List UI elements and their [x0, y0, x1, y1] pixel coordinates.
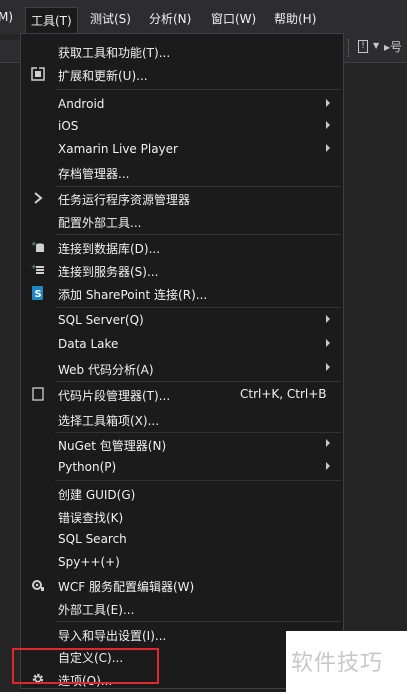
- snippet-checkbox-icon: [31, 387, 45, 401]
- menu-item-label: 任务运行程序资源管理器: [58, 193, 191, 207]
- menu-item-4[interactable]: Xamarin Live Player: [21, 138, 343, 161]
- menu-item-13[interactable]: Web 代码分析(A): [21, 357, 343, 380]
- notification-icon[interactable]: !: [358, 40, 368, 53]
- menu-item-23[interactable]: 外部工具(E)...: [21, 597, 343, 620]
- menu-item-label: 代码片段管理器(T)...: [58, 389, 171, 403]
- extensions-icon: [31, 67, 45, 81]
- task-runner-icon: [31, 191, 45, 205]
- menu-item-9[interactable]: + 连接到服务器(S)...: [21, 259, 343, 282]
- submenu-arrow-icon: [326, 121, 330, 129]
- menu-item-label: 外部工具(E)...: [58, 603, 135, 617]
- menu-item-19[interactable]: 错误查找(K): [21, 505, 343, 528]
- submenu-arrow-icon: [326, 144, 330, 152]
- menu-separator: [55, 480, 341, 481]
- menu-item-17[interactable]: Python(P): [21, 456, 343, 479]
- menu-help[interactable]: 帮助(H): [274, 10, 316, 27]
- menu-item-label: WCF 服务配置编辑器(W): [58, 580, 195, 594]
- menu-item-label: Android: [58, 97, 105, 111]
- menu-item-0[interactable]: 获取工具和功能(T)...: [21, 40, 343, 63]
- menu-item-1[interactable]: 扩展和更新(U)...: [21, 63, 343, 86]
- sharepoint-icon: S: [31, 286, 45, 300]
- options-highlight-box: [12, 648, 159, 684]
- menu-item-11[interactable]: SQL Server(Q): [21, 309, 343, 332]
- tools-menu: 获取工具和功能(T)... 扩展和更新(U)... Android iOS Xamari…: [20, 33, 344, 689]
- menu-prev-item[interactable]: M): [0, 10, 13, 24]
- menu-item-label: 获取工具和功能(T)...: [58, 46, 171, 60]
- menu-item-21[interactable]: Spy++(+): [21, 551, 343, 574]
- menu-separator: [55, 89, 341, 90]
- svg-text:S: S: [35, 289, 42, 300]
- menu-item-16[interactable]: NuGet 包管理器(N): [21, 433, 343, 456]
- menu-separator: [55, 307, 341, 308]
- left-tab-bar: [0, 40, 20, 63]
- menu-item-label: 扩展和更新(U)...: [58, 69, 148, 83]
- submenu-arrow-icon: [326, 439, 330, 447]
- menu-test[interactable]: 测试(S): [90, 10, 131, 27]
- watermark-text: 软件技巧: [291, 651, 384, 676]
- menu-item-label: 选择工具箱项(X)...: [58, 414, 160, 428]
- menu-tools[interactable]: 工具(T): [25, 7, 78, 33]
- menu-item-label: 错误查找(K): [58, 511, 124, 525]
- chevron-down-icon[interactable]: ▼: [373, 41, 379, 50]
- menu-item-20[interactable]: SQL Search: [21, 528, 343, 551]
- menu-item-14[interactable]: 代码片段管理器(T)... Ctrl+K, Ctrl+B: [21, 383, 343, 406]
- menu-item-5[interactable]: 存档管理器...: [21, 161, 343, 184]
- menu-item-label: 添加 SharePoint 连接(R)...: [58, 288, 208, 302]
- menu-item-label: iOS: [58, 119, 79, 133]
- menu-separator: [55, 381, 341, 382]
- menu-item-6[interactable]: 任务运行程序资源管理器: [21, 187, 343, 210]
- menu-item-label: 创建 GUID(G): [58, 488, 136, 502]
- menu-item-label: Spy++(+): [58, 555, 120, 569]
- submenu-arrow-icon: [326, 315, 330, 323]
- menu-item-shortcut: Ctrl+K, Ctrl+B: [240, 387, 327, 401]
- menu-item-label: Web 代码分析(A): [58, 363, 154, 377]
- watermark: 软件技巧: [286, 631, 407, 692]
- menu-item-label: SQL Server(Q): [58, 313, 144, 327]
- menu-item-label: Python(P): [58, 460, 117, 474]
- connect-database-icon: +: [31, 240, 45, 254]
- menu-item-10[interactable]: S 添加 SharePoint 连接(R)...: [21, 282, 343, 305]
- menu-item-18[interactable]: 创建 GUID(G): [21, 482, 343, 505]
- menu-item-label: Xamarin Live Player: [58, 142, 178, 156]
- menu-window[interactable]: 窗口(W): [211, 10, 256, 27]
- menu-item-label: Data Lake: [58, 337, 119, 351]
- left-editor-strip: [0, 34, 20, 692]
- menu-item-label: 连接到数据库(D)...: [58, 242, 161, 256]
- menu-bar: M) 工具(T) 测试(S) 分析(N) 窗口(W) 帮助(H): [0, 0, 407, 34]
- menu-separator: [55, 234, 341, 235]
- submenu-arrow-icon: [326, 99, 330, 107]
- menu-item-2[interactable]: Android: [21, 93, 343, 116]
- menu-item-label: 连接到服务器(S)...: [58, 265, 159, 279]
- submenu-arrow-icon: [326, 363, 330, 371]
- right-toolbar: ! ▼ ▸号: [344, 34, 407, 63]
- menu-item-7[interactable]: 配置外部工具...: [21, 210, 343, 233]
- menu-item-label: SQL Search: [58, 532, 127, 546]
- connect-server-icon: +: [31, 263, 45, 277]
- menu-item-15[interactable]: 选择工具箱项(X)...: [21, 408, 343, 431]
- menu-item-label: 导入和导出设置(I)...: [58, 629, 167, 643]
- right-tool-panel: ! ▼ ▸号: [344, 34, 407, 692]
- menu-item-3[interactable]: iOS: [21, 115, 343, 138]
- menu-item-12[interactable]: Data Lake: [21, 333, 343, 356]
- menu-analyze[interactable]: 分析(N): [149, 10, 191, 27]
- toolbar-grip[interactable]: [348, 39, 350, 57]
- submenu-arrow-icon: [326, 339, 330, 347]
- menu-item-label: NuGet 包管理器(N): [58, 439, 167, 453]
- toolbar-overflow-text[interactable]: ▸号: [384, 38, 402, 55]
- menu-item-label: 配置外部工具...: [58, 216, 142, 230]
- wcf-config-icon: [31, 578, 45, 592]
- menu-item-label: 存档管理器...: [58, 167, 130, 181]
- menu-item-22[interactable]: WCF 服务配置编辑器(W): [21, 574, 343, 597]
- menu-separator: [55, 621, 341, 622]
- submenu-arrow-icon: [326, 462, 330, 470]
- menu-item-8[interactable]: + 连接到数据库(D)...: [21, 236, 343, 259]
